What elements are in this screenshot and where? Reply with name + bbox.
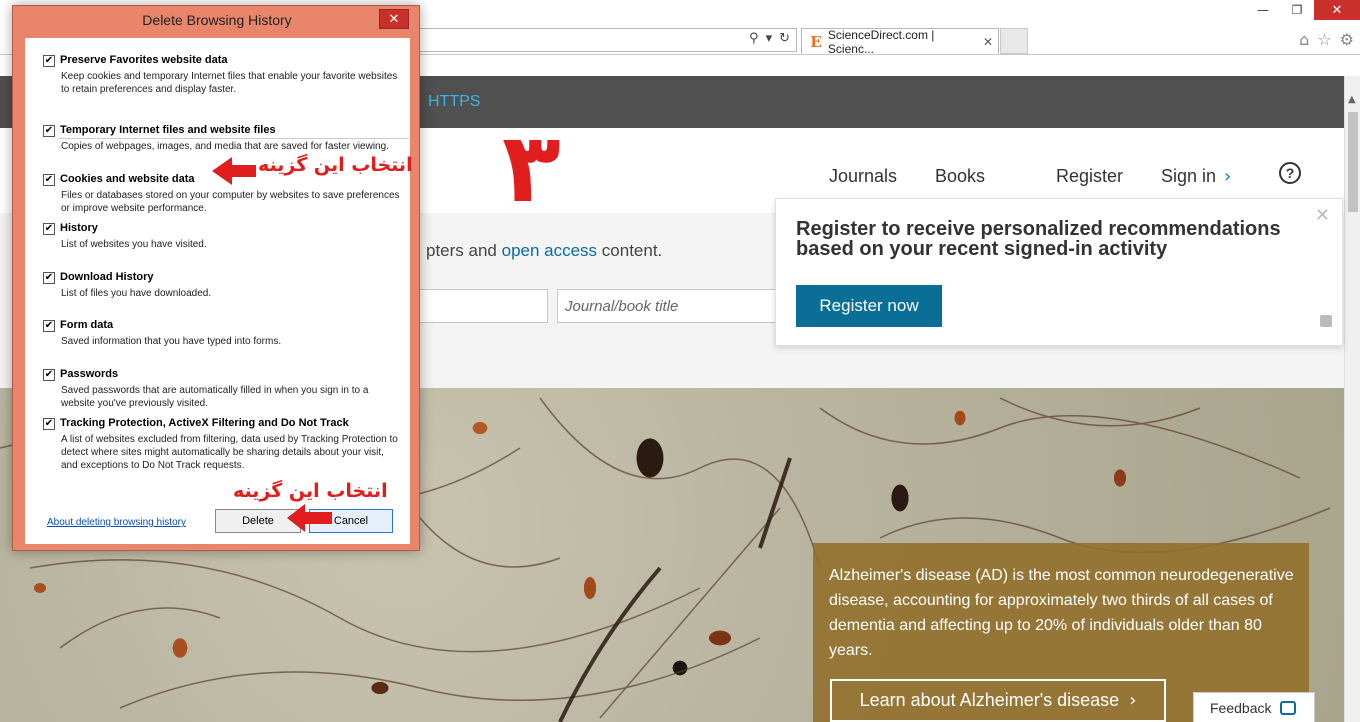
vertical-scrollbar[interactable]: ▲ [1344, 76, 1360, 722]
speech-bubble-icon [1280, 700, 1297, 715]
checkbox-form-data[interactable]: ✔ [43, 320, 55, 332]
option-label: Preserve Favorites website data [60, 54, 228, 66]
option-label: Passwords [60, 368, 119, 380]
option-description: Saved information that you have typed in… [61, 336, 282, 347]
ad-info-icon[interactable] [1320, 315, 1332, 327]
delete-button[interactable]: Delete [215, 509, 301, 533]
dialog-title: Delete Browsing History [142, 12, 292, 28]
option-description: Saved passwords that are automatically f… [61, 385, 369, 409]
about-deleting-history-link[interactable]: About deleting browsing history [47, 517, 186, 528]
chevron-right-icon: › [1129, 690, 1137, 711]
option-label: Form data [60, 319, 114, 331]
checkbox-tracking-protection[interactable]: ✔ [43, 418, 55, 430]
option-description: List of websites you have visited. [61, 239, 207, 250]
nav-register[interactable]: Register [1056, 166, 1123, 187]
chevron-right-icon: › [1224, 166, 1232, 187]
feedback-button[interactable]: Feedback [1193, 692, 1315, 722]
option-label: Download History [60, 271, 154, 283]
feedback-label: Feedback [1210, 699, 1272, 716]
https-link[interactable]: HTTPS [428, 93, 480, 111]
refresh-icon[interactable]: ↻ [779, 31, 790, 46]
option-description: A list of websites excluded from filteri… [61, 434, 398, 471]
minimize-button[interactable]: — [1246, 0, 1280, 20]
register-popup: Register to receive personalized recomme… [775, 198, 1343, 346]
annotation-select-option-cookies: انتخاب این گزینه [258, 154, 413, 176]
open-access-link[interactable]: open access [502, 241, 597, 260]
journal-title-input[interactable] [557, 289, 777, 323]
home-icon[interactable]: ⌂ [1299, 30, 1309, 49]
scroll-up-arrow-icon[interactable]: ▲ [1348, 94, 1356, 105]
register-now-button[interactable]: Register now [796, 285, 942, 327]
sciencedirect-favicon-icon: E [808, 33, 824, 51]
option-description: List of files you have downloaded. [61, 288, 212, 299]
checkbox-history[interactable]: ✔ [43, 223, 55, 235]
learn-button-label: Learn about Alzheimer's disease [859, 690, 1120, 710]
nav-signin[interactable]: Sign in › [1161, 166, 1231, 187]
content-intro-text: pters and open access content. [426, 241, 662, 261]
window-controls: — ❐ ✕ [1246, 0, 1360, 22]
checkbox-download-history[interactable]: ✔ [43, 272, 55, 284]
option-label: History [60, 222, 98, 234]
help-icon[interactable]: ? [1279, 162, 1301, 184]
keyword-search-input[interactable] [418, 289, 548, 323]
popup-close-icon[interactable]: ✕ [1315, 205, 1330, 226]
dialog-separator [59, 138, 409, 139]
new-tab-button[interactable] [1000, 28, 1028, 54]
dropdown-icon[interactable]: ▾ [766, 31, 773, 46]
tab-close-icon[interactable]: ✕ [983, 35, 993, 49]
dialog-close-button[interactable]: ✕ [379, 9, 409, 29]
option-label: Temporary Internet files and website fil… [60, 124, 276, 136]
content-text-after: content. [597, 241, 663, 260]
option-description: Copies of webpages, images, and media th… [61, 141, 389, 152]
learn-alzheimers-button[interactable]: Learn about Alzheimer's disease › [830, 679, 1166, 722]
register-popup-title: Register to receive personalized recomme… [796, 218, 1281, 260]
annotation-select-option-delete: انتخاب این گزینه [233, 480, 388, 502]
cancel-button[interactable]: Cancel [309, 509, 393, 533]
tab-title: ScienceDirect.com | Scienc... [827, 27, 935, 56]
browser-toolbar: ⌂ ☆ ⚙ [1299, 30, 1354, 49]
option-label: Cookies and website data [60, 173, 195, 185]
restore-button[interactable]: ❐ [1280, 0, 1314, 20]
nav-books[interactable]: Books [935, 166, 985, 187]
hero-description: Alzheimer's disease (AD) is the most com… [829, 567, 1294, 659]
window-close-button[interactable]: ✕ [1314, 0, 1360, 20]
favorites-star-icon[interactable]: ☆ [1317, 30, 1331, 49]
checkbox-temporary-files[interactable]: ✔ [43, 125, 55, 137]
annotation-step-number: ۳ [502, 112, 561, 224]
content-text-before: pters and [426, 241, 502, 260]
address-bar[interactable]: ⚲ ▾ ↻ [420, 28, 797, 52]
option-label: Tracking Protection, ActiveX Filtering a… [60, 417, 349, 429]
browser-tab[interactable]: E ScienceDirect.com | Scienc... ✕ [801, 27, 999, 56]
dialog-body: ✔ Preserve Favorites website data Keep c… [25, 38, 410, 544]
scroll-thumb[interactable] [1348, 112, 1358, 212]
search-icon[interactable]: ⚲ [749, 31, 759, 46]
checkbox-cookies[interactable]: ✔ [43, 174, 55, 186]
settings-gear-icon[interactable]: ⚙ [1340, 30, 1354, 49]
option-description: Keep cookies and temporary Internet file… [61, 71, 398, 95]
signin-label: Sign in [1161, 166, 1217, 186]
option-description: Files or databases stored on your comput… [61, 190, 400, 214]
checkbox-preserve-favorites[interactable]: ✔ [43, 55, 55, 67]
delete-history-dialog: Delete Browsing History ✕ ✔ Preserve Fav… [12, 5, 420, 551]
nav-journals[interactable]: Journals [829, 166, 897, 187]
address-bar-icons: ⚲ ▾ ↻ [749, 31, 790, 46]
checkbox-passwords[interactable]: ✔ [43, 369, 55, 381]
